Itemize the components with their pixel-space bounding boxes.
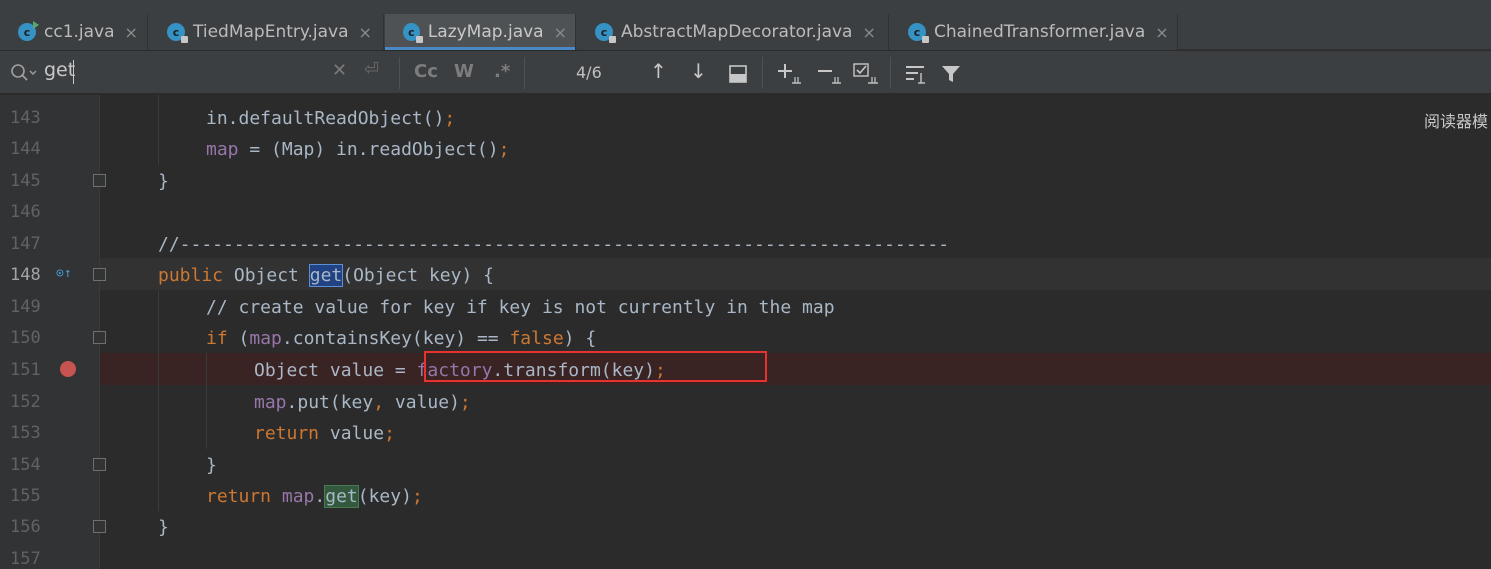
code-line: 145 } xyxy=(0,165,1491,197)
line-number: 157 xyxy=(10,549,41,569)
line-number: 144 xyxy=(10,139,41,159)
code-line: 156 } xyxy=(0,511,1491,543)
line-number: 153 xyxy=(10,423,41,443)
tab-abstractmapdecorator[interactable]: c AbstractMapDecorator.java × xyxy=(577,14,889,50)
code-text: map.put(key, value); xyxy=(254,392,471,413)
reader-mode-label[interactable]: 阅读器模 xyxy=(1424,108,1488,132)
close-icon[interactable]: × xyxy=(1155,23,1168,42)
line-number: 143 xyxy=(10,108,41,128)
fold-marker-icon[interactable] xyxy=(93,268,106,281)
line-number: 150 xyxy=(10,328,41,348)
java-abstract-class-icon: c xyxy=(595,23,616,43)
fold-marker-icon[interactable] xyxy=(93,458,106,471)
code-text: } xyxy=(158,517,169,538)
indent-guide xyxy=(158,95,159,165)
code-line: 154 } xyxy=(0,449,1491,481)
code-text: in.defaultReadObject(); xyxy=(206,108,456,129)
code-line: 157 xyxy=(0,543,1491,569)
line-number: 149 xyxy=(10,297,41,317)
override-method-icon[interactable]: ⊙↑ xyxy=(56,266,72,281)
code-line: 143 in.defaultReadObject(); xyxy=(0,102,1491,134)
close-icon[interactable]: × xyxy=(125,23,138,42)
tab-label: TiedMapEntry.java xyxy=(193,22,349,42)
code-line: 147 //----------------------------------… xyxy=(0,228,1491,260)
tab-label: AbstractMapDecorator.java xyxy=(621,22,853,42)
breakpoint-icon[interactable] xyxy=(60,361,76,377)
code-text: public Object get(Object key) { xyxy=(158,264,494,287)
editor-tab-bar: c cc1.java × c TiedMapEntry.java × c Laz… xyxy=(0,0,1491,50)
line-number: 147 xyxy=(10,234,41,254)
code-text: if (map.containsKey(key) == false) { xyxy=(206,328,597,349)
annotation-highlight-box xyxy=(424,351,767,382)
code-text: } xyxy=(158,171,169,192)
tab-chainedtransformer[interactable]: c ChainedTransformer.java × xyxy=(890,14,1178,50)
line-number: 145 xyxy=(10,171,41,191)
indent-guide xyxy=(158,291,159,511)
close-icon[interactable]: × xyxy=(862,23,875,42)
java-class-icon: c xyxy=(403,23,423,43)
tab-cc1[interactable]: c cc1.java × xyxy=(0,14,148,50)
code-text: // create value for key if key is not cu… xyxy=(206,297,835,318)
tab-label: cc1.java xyxy=(44,22,115,42)
java-class-icon: c xyxy=(167,23,188,43)
line-number: 148 xyxy=(10,265,41,285)
code-line: 148 public Object get(Object key) { xyxy=(0,259,1491,291)
line-number: 155 xyxy=(10,486,41,506)
code-line: 144 map = (Map) in.readObject(); xyxy=(0,133,1491,165)
tab-label: LazyMap.java xyxy=(427,22,544,42)
line-number: 151 xyxy=(10,360,41,380)
code-line: 146 xyxy=(0,196,1491,228)
close-icon[interactable]: × xyxy=(359,23,372,42)
fold-marker-icon[interactable] xyxy=(93,520,106,533)
code-line: ⁠ xyxy=(0,67,1491,99)
line-number: 156 xyxy=(10,517,41,537)
code-text: } xyxy=(206,455,217,476)
fold-marker-icon[interactable] xyxy=(93,331,106,344)
code-line: 155 return map.get(key); xyxy=(0,480,1491,512)
code-line: 150 if (map.containsKey(key) == false) { xyxy=(0,322,1491,354)
java-class-icon: c xyxy=(18,21,39,41)
code-text: return map.get(key); xyxy=(206,485,423,508)
code-editor[interactable]: ⁠ 143 in.defaultReadObject(); 144 map = … xyxy=(0,95,1491,569)
code-text: return value; xyxy=(254,423,395,444)
indent-guide xyxy=(206,353,207,449)
code-line: 152 map.put(key, value); xyxy=(0,386,1491,418)
tab-lazymap[interactable]: c LazyMap.java × xyxy=(385,14,576,50)
code-text: //--------------------------------------… xyxy=(158,234,950,255)
code-line: 153 return value; xyxy=(0,417,1491,449)
tab-tiedmapentry[interactable]: c TiedMapEntry.java × xyxy=(149,14,384,50)
line-number: 146 xyxy=(10,202,41,222)
fold-marker-icon[interactable] xyxy=(93,174,106,187)
line-number: 154 xyxy=(10,455,41,475)
line-number: 152 xyxy=(10,392,41,412)
code-line: 149 // create value for key if key is no… xyxy=(0,291,1491,323)
tab-label: ChainedTransformer.java xyxy=(934,22,1146,42)
close-icon[interactable]: × xyxy=(554,23,567,42)
code-text: map = (Map) in.readObject(); xyxy=(206,139,510,160)
java-class-icon: c xyxy=(908,23,929,43)
